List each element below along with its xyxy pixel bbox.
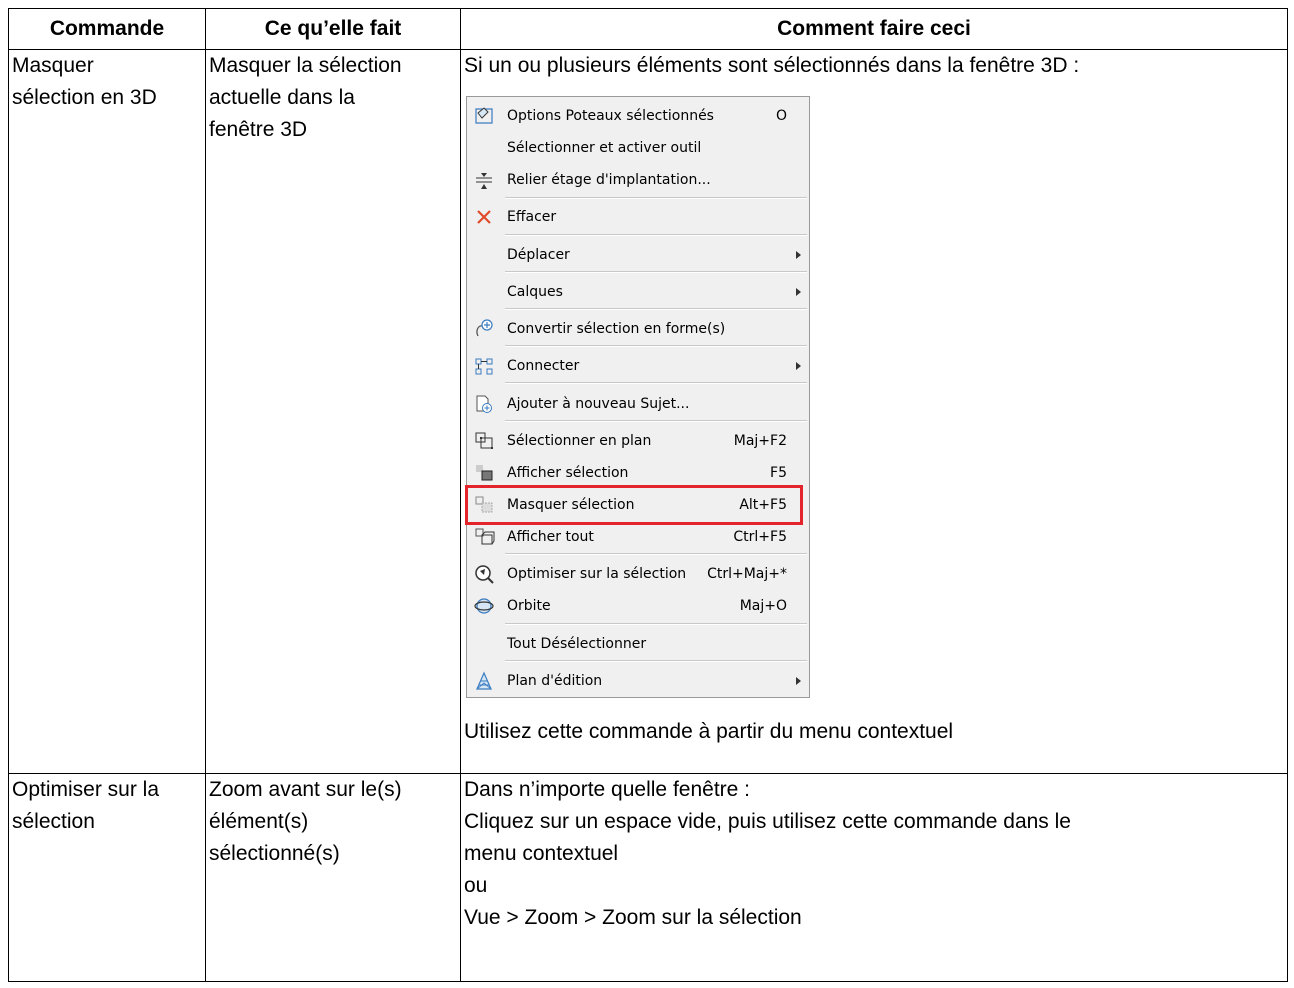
menu-item-effacer[interactable]: Effacer: [467, 202, 809, 232]
command-description: Masquer la sélection actuelle dans la fe…: [209, 54, 402, 141]
menu-item-shortcut: Ctrl+Maj+*: [707, 566, 787, 582]
menu-item-orbite[interactable]: Orbite Maj+O: [467, 591, 809, 621]
submenu-arrow-icon: [796, 677, 801, 685]
menu-item-label: Afficher tout: [507, 529, 594, 545]
menu-item-shortcut: F5: [770, 465, 787, 481]
menu-item-deselect-all[interactable]: Tout Désélectionner: [467, 629, 809, 659]
menu-item-calques[interactable]: Calques: [467, 277, 809, 307]
menu-item-label: Optimiser sur la sélection: [507, 566, 687, 582]
home-story-icon: [476, 173, 492, 189]
instruction-line: Dans n’importe quelle fenêtre :: [464, 778, 750, 801]
delete-x-icon: [477, 210, 491, 224]
command-table: Commande Ce qu’elle fait Comment faire c…: [8, 8, 1288, 982]
menu-item-deplacer[interactable]: Déplacer: [467, 240, 809, 270]
submenu-arrow-icon: [796, 288, 801, 296]
menu-item-label: Convertir sélection en forme(s): [507, 321, 726, 337]
menu-separator: [505, 382, 807, 384]
menu-item-label: Ajouter à nouveau Sujet...: [507, 396, 690, 412]
menu-item-zoom-selection[interactable]: Optimiser sur la sélection Ctrl+Maj+*: [467, 559, 809, 589]
command-name: Optimiser sur la sélection: [12, 778, 160, 833]
menu-item-select-activate[interactable]: Sélectionner et activer outil: [467, 133, 809, 163]
menu-separator: [505, 553, 807, 555]
menu-item-label: Déplacer: [507, 247, 570, 263]
menu-item-shortcut: Maj+O: [739, 598, 787, 614]
command-description: Zoom avant sur le(s) élément(s) sélectio…: [209, 778, 402, 865]
header-command: Commande: [8, 8, 206, 50]
command-name: Masquer sélection en 3D: [12, 54, 157, 109]
menu-item-shortcut: O: [775, 108, 787, 124]
menu-item-shortcut: Maj+F2: [733, 433, 787, 449]
submenu-arrow-icon: [796, 251, 801, 259]
table-row: Optimiser sur la sélection Zoom avant su…: [8, 773, 1288, 982]
show-selection-icon: [476, 465, 493, 481]
zoom-to-selection-icon: [475, 565, 494, 584]
menu-separator: [505, 308, 807, 310]
column-settings-icon: [475, 107, 493, 124]
header-what: Ce qu’elle fait: [205, 8, 461, 50]
instruction-line: Cliquez sur un espace vide, puis utilise…: [464, 810, 1071, 833]
menu-item-show-selection[interactable]: Afficher sélection F5: [467, 458, 809, 488]
menu-separator: [505, 420, 807, 422]
menu-item-label: Sélectionner en plan: [507, 433, 652, 449]
context-menu: Options Poteaux sélectionnés O Sélection…: [465, 96, 810, 698]
menu-item-editing-plane[interactable]: Plan d'édition: [467, 666, 809, 696]
orbit-icon: [474, 598, 494, 614]
menu-item-label: Plan d'édition: [507, 673, 603, 689]
connect-icon: [475, 358, 493, 375]
menu-separator: [505, 271, 807, 273]
instruction-line: menu contextuel: [464, 842, 619, 865]
select-in-plan-icon: [475, 432, 493, 449]
menu-item-label: Relier étage d'implantation...: [507, 172, 711, 188]
menu-item-label: Orbite: [507, 598, 551, 614]
menu-item-label: Calques: [507, 284, 563, 300]
menu-separator: [505, 234, 807, 236]
menu-separator: [505, 345, 807, 347]
menu-item-convert-morph[interactable]: Convertir sélection en forme(s): [467, 314, 809, 344]
submenu-arrow-icon: [796, 362, 801, 370]
menu-separator: [505, 660, 807, 662]
menu-separator: [505, 197, 807, 199]
header-row: Commande Ce qu’elle fait Comment faire c…: [8, 8, 1288, 50]
instruction-intro: Si un ou plusieurs éléments sont sélecti…: [464, 54, 1080, 77]
show-all-icon: [475, 528, 495, 545]
menu-separator: [505, 623, 807, 625]
add-issue-icon: [476, 395, 492, 413]
menu-item-shortcut: Ctrl+F5: [733, 529, 787, 545]
menu-item-label: Tout Désélectionner: [507, 636, 647, 652]
menu-item-label: Sélectionner et activer outil: [507, 140, 702, 156]
menu-item-label: Options Poteaux sélectionnés: [507, 108, 714, 124]
menu-item-show-all[interactable]: Afficher tout Ctrl+F5: [467, 522, 809, 552]
menu-item-home-story[interactable]: Relier étage d'implantation...: [467, 165, 809, 195]
menu-item-label: Connecter: [507, 358, 580, 374]
menu-item-add-issue[interactable]: Ajouter à nouveau Sujet...: [467, 389, 809, 419]
instruction-footer: Utilisez cette commande à partir du menu…: [464, 720, 954, 743]
menu-item-options-poteaux[interactable]: Options Poteaux sélectionnés O: [467, 101, 809, 131]
menu-item-select-in-plan[interactable]: Sélectionner en plan Maj+F2: [467, 426, 809, 456]
table-row: Masquer sélection en 3D Masquer la sélec…: [8, 49, 1288, 774]
instruction-line: Vue > Zoom > Zoom sur la sélection: [464, 906, 802, 929]
convert-to-morph-icon: [476, 319, 493, 337]
menu-item-label: Afficher sélection: [507, 465, 629, 481]
header-how: Comment faire ceci: [460, 8, 1288, 50]
menu-item-label: Effacer: [507, 209, 557, 225]
editing-plane-icon: [476, 671, 492, 690]
highlight-box: [465, 485, 803, 525]
instruction-line: ou: [464, 874, 488, 897]
menu-item-connecter[interactable]: Connecter: [467, 351, 809, 381]
